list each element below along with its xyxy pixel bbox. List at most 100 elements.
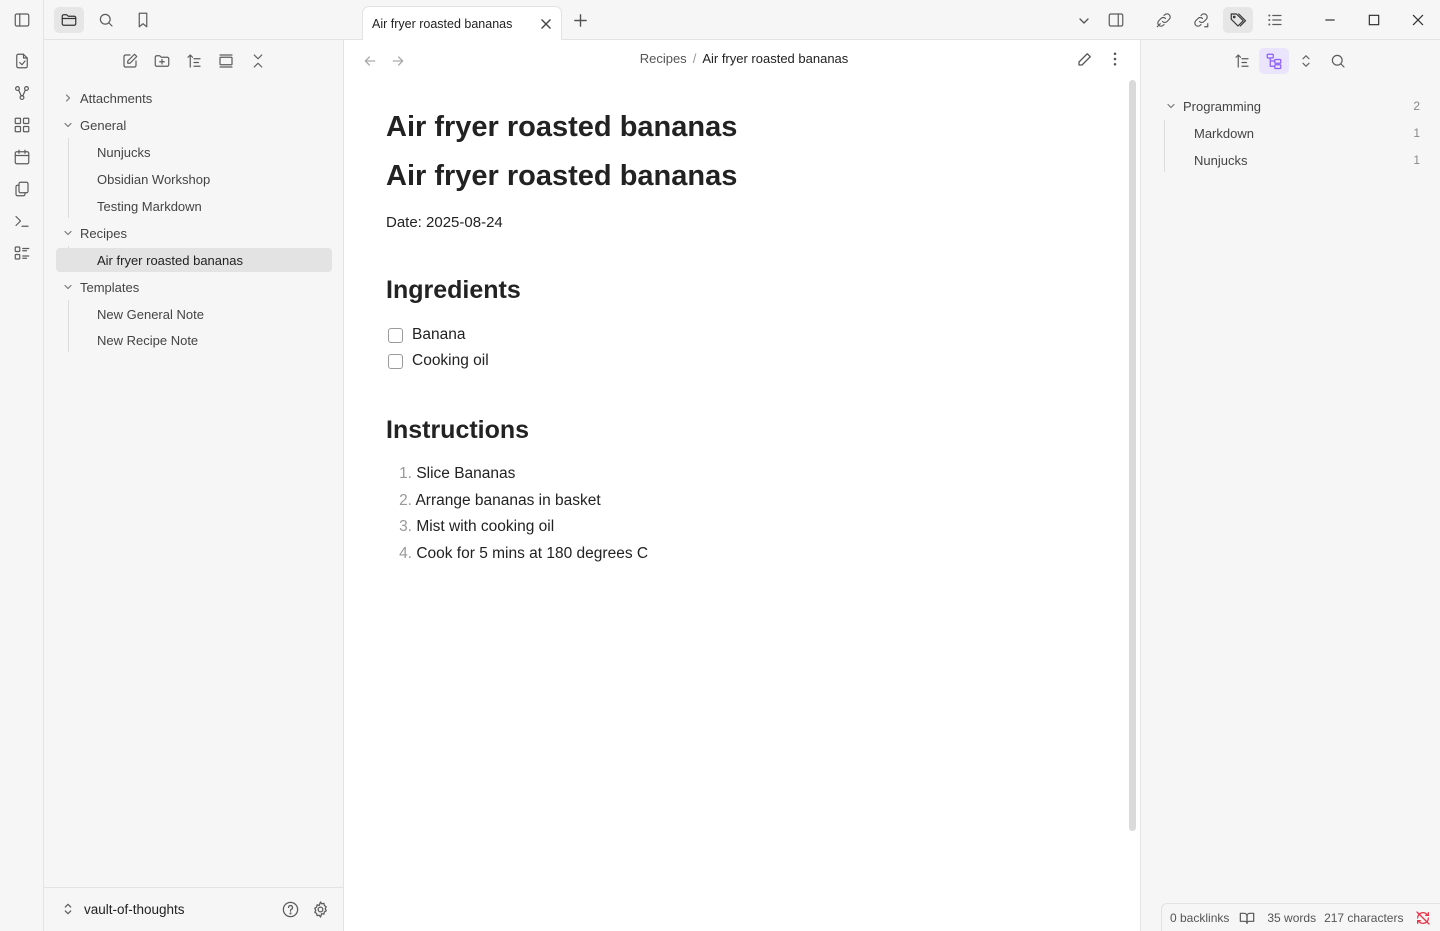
breadcrumb: Recipes / Air fryer roasted bananas xyxy=(344,51,1144,66)
inline-title[interactable]: Air fryer roasted bananas xyxy=(386,111,737,144)
folder-label: Templates xyxy=(80,279,140,295)
breadcrumb-note[interactable]: Air fryer roasted bananas xyxy=(702,51,848,66)
backlinks-count[interactable]: 0 backlinks xyxy=(1170,911,1229,925)
tag-markdown[interactable]: Markdown 1 xyxy=(1157,121,1425,145)
list-item: 2. Arrange bananas in basket xyxy=(394,492,601,510)
search-tags-button[interactable] xyxy=(1323,48,1353,74)
tab-bar: Air fryer roasted bananas xyxy=(344,0,1140,41)
settings-icon[interactable] xyxy=(311,900,330,919)
folder-label: Recipes xyxy=(80,225,127,241)
task-item: Cooking oil xyxy=(388,352,489,370)
right-sidebar-tab-header xyxy=(1140,0,1440,40)
bases-icon[interactable] xyxy=(11,242,33,264)
tag-programming[interactable]: Programming 2 xyxy=(1157,94,1425,118)
reveal-icon xyxy=(217,52,235,70)
folder-label: Attachments xyxy=(80,90,153,106)
toggle-left-sidebar-icon[interactable] xyxy=(11,9,33,31)
task-text: Banana xyxy=(412,326,466,343)
file-explorer: Attachments General Nunjucks Obsidian Wo… xyxy=(44,40,344,931)
new-folder-button[interactable] xyxy=(147,48,177,74)
templates-icon[interactable] xyxy=(11,178,33,200)
change-sort-order-button[interactable] xyxy=(179,48,209,74)
folder-attachments[interactable]: Attachments xyxy=(56,86,332,110)
tag-count: 2 xyxy=(1413,99,1420,113)
outgoing-links-tab[interactable] xyxy=(1186,7,1216,33)
outline-tab[interactable] xyxy=(1260,7,1290,33)
file-new-general-note[interactable]: New General Note xyxy=(56,302,332,326)
tab-list-chevron-down-icon[interactable] xyxy=(1076,13,1092,29)
backlinks-icon xyxy=(1155,11,1173,29)
folder-recipes[interactable]: Recipes xyxy=(56,221,332,245)
sync-error-icon[interactable] xyxy=(1415,910,1431,926)
file-label: New Recipe Note xyxy=(97,332,199,348)
graph-view-icon[interactable] xyxy=(11,82,33,104)
tags-tab[interactable] xyxy=(1223,7,1253,33)
list-item-text: Slice Bananas xyxy=(416,465,516,482)
file-air-fryer-roasted-bananas[interactable]: Air fryer roasted bananas xyxy=(56,248,332,272)
new-tab-icon[interactable] xyxy=(572,12,589,29)
auto-reveal-file-button[interactable] xyxy=(211,48,241,74)
search-tab[interactable] xyxy=(91,7,121,33)
chevron-down-icon xyxy=(1165,100,1177,112)
task-checkbox[interactable] xyxy=(388,353,403,369)
search-icon xyxy=(1329,52,1347,70)
chevrons-up-down-icon[interactable] xyxy=(60,901,76,917)
status-bar: 0 backlinks 35 words 217 characters xyxy=(1161,903,1440,931)
bookmarks-tab[interactable] xyxy=(128,7,158,33)
file-label: New General Note xyxy=(97,306,204,322)
task-item: Banana xyxy=(388,326,465,344)
change-sort-order-button[interactable] xyxy=(1227,48,1257,74)
file-testing-markdown[interactable]: Testing Markdown xyxy=(56,194,332,218)
list-item-text: Arrange bananas in basket xyxy=(415,492,601,509)
tab-air-fryer-roasted-bananas[interactable]: Air fryer roasted bananas xyxy=(362,6,562,41)
sort-icon xyxy=(185,52,203,70)
list-item: 4. Cook for 5 mins at 180 degrees C xyxy=(394,545,648,563)
editor-scrollbar[interactable] xyxy=(1129,80,1136,831)
left-sidebar-tab-header xyxy=(44,0,344,40)
folder-templates[interactable]: Templates xyxy=(56,275,332,299)
help-icon[interactable] xyxy=(281,900,300,919)
list-number: 2. xyxy=(399,492,412,509)
edit-icon xyxy=(121,52,139,70)
tag-nunjucks[interactable]: Nunjucks 1 xyxy=(1157,148,1425,172)
list-item: 1. Slice Bananas xyxy=(394,465,515,483)
tag-name: Programming xyxy=(1183,98,1262,114)
list-item-text: Cook for 5 mins at 180 degrees C xyxy=(416,545,649,562)
new-note-button[interactable] xyxy=(115,48,145,74)
minimize-window-icon[interactable] xyxy=(1322,12,1338,28)
edit-mode-pencil-icon[interactable] xyxy=(1076,50,1094,68)
command-palette-icon[interactable] xyxy=(11,210,33,232)
task-checkbox[interactable] xyxy=(388,327,403,343)
expand-collapse-button[interactable] xyxy=(1291,48,1321,74)
heading-instructions: Instructions xyxy=(386,416,530,444)
folder-general[interactable]: General xyxy=(56,113,332,137)
sort-icon xyxy=(1233,52,1251,70)
list-number: 1. xyxy=(399,465,412,482)
list-number: 3. xyxy=(399,518,412,535)
vault-name[interactable]: vault-of-thoughts xyxy=(84,902,185,917)
more-options-icon[interactable] xyxy=(1106,50,1124,68)
file-new-recipe-note[interactable]: New Recipe Note xyxy=(56,328,332,352)
chevron-down-icon xyxy=(56,281,80,293)
backlinks-tab[interactable] xyxy=(1149,7,1179,33)
canvas-icon[interactable] xyxy=(11,114,33,136)
list-item: 3. Mist with cooking oil xyxy=(394,518,554,536)
bookmark-icon xyxy=(134,11,152,29)
file-nunjucks[interactable]: Nunjucks xyxy=(56,140,332,164)
show-nested-tags-button[interactable] xyxy=(1259,48,1289,74)
reading-mode-book-icon[interactable] xyxy=(1239,910,1255,926)
close-window-icon[interactable] xyxy=(1410,12,1426,28)
breadcrumb-folder[interactable]: Recipes xyxy=(640,51,687,66)
file-obsidian-workshop[interactable]: Obsidian Workshop xyxy=(56,167,332,191)
open-quick-switcher-icon[interactable] xyxy=(11,50,33,72)
daily-note-icon[interactable] xyxy=(11,146,33,168)
close-tab-icon[interactable] xyxy=(539,17,553,31)
nested-tags-icon xyxy=(1265,52,1283,70)
collapse-all-button[interactable] xyxy=(243,48,273,74)
chevrons-up-down-icon xyxy=(1297,52,1315,70)
vault-switcher-bar: vault-of-thoughts xyxy=(44,887,344,931)
maximize-window-icon[interactable] xyxy=(1366,12,1382,28)
file-label: Nunjucks xyxy=(97,144,151,160)
toggle-right-sidebar-icon[interactable] xyxy=(1107,11,1125,29)
files-tab[interactable] xyxy=(54,7,84,33)
